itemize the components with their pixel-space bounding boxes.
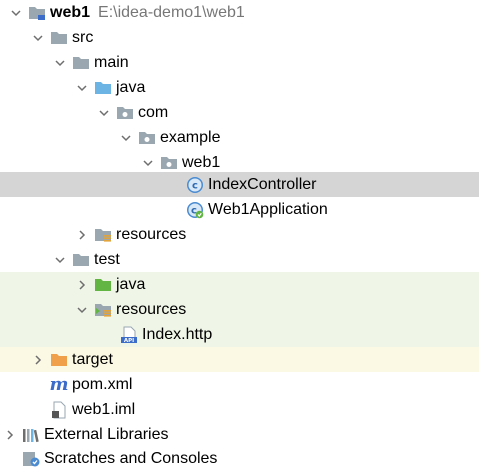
node-label: src — [72, 28, 94, 46]
node-label: target — [72, 350, 113, 368]
source-root-folder-icon — [94, 79, 112, 97]
tree-node-web1-root[interactable]: web1 E:\idea-demo1\web1 — [0, 0, 479, 25]
module-name: web1 — [50, 3, 91, 21]
node-label: External Libraries — [44, 425, 169, 443]
package-icon — [116, 104, 134, 122]
project-tree: web1 E:\idea-demo1\web1 src main java co… — [0, 0, 479, 468]
node-label: main — [94, 53, 129, 71]
chevron-down-icon[interactable] — [8, 5, 24, 21]
node-label: Scratches and Consoles — [44, 449, 218, 467]
node-label: java — [116, 275, 146, 293]
tree-node-web1-iml[interactable]: web1.iml — [0, 397, 479, 422]
package-icon — [138, 129, 156, 147]
node-label: web1 — [182, 153, 221, 171]
tree-node-index-controller[interactable]: c IndexController — [0, 172, 479, 197]
chevron-down-icon[interactable] — [30, 30, 46, 46]
resources-folder-icon — [94, 226, 112, 244]
tree-node-test[interactable]: test — [0, 247, 479, 272]
folder-icon — [50, 29, 68, 47]
folder-icon — [72, 251, 90, 269]
module-folder-icon — [28, 4, 46, 22]
node-label: Web1Application — [208, 200, 328, 218]
tree-node-pom-xml[interactable]: m pom.xml — [0, 372, 479, 397]
scratches-icon — [22, 450, 40, 468]
tree-node-external-libraries[interactable]: External Libraries — [0, 422, 479, 447]
tree-node-src[interactable]: src — [0, 25, 479, 50]
tree-node-web1-application[interactable]: c Web1Application — [0, 197, 479, 222]
module-path: E:\idea-demo1\web1 — [98, 3, 245, 21]
chevron-right-icon[interactable] — [74, 277, 90, 293]
node-label: com — [138, 103, 169, 121]
chevron-down-icon[interactable] — [52, 55, 68, 71]
folder-icon — [72, 54, 90, 72]
tree-node-com[interactable]: com — [0, 100, 479, 125]
iml-file-icon — [50, 401, 68, 419]
chevron-down-icon[interactable] — [118, 130, 134, 146]
tree-node-target[interactable]: target — [0, 347, 479, 372]
node-label: test — [94, 250, 120, 268]
node-label: java — [116, 78, 146, 96]
chevron-down-icon[interactable] — [52, 252, 68, 268]
tree-node-example[interactable]: example — [0, 125, 479, 150]
tree-node-main[interactable]: main — [0, 50, 479, 75]
test-root-folder-icon — [94, 276, 112, 294]
tree-node-test-resources[interactable]: resources — [0, 297, 479, 322]
package-icon — [160, 154, 178, 172]
svg-text:c: c — [192, 180, 198, 191]
spring-boot-class-icon: c — [186, 201, 204, 219]
node-label: IndexController — [208, 175, 317, 193]
chevron-down-icon[interactable] — [140, 155, 156, 171]
node-label: pom.xml — [72, 375, 133, 393]
tree-node-scratches-and-consoles[interactable]: Scratches and Consoles — [0, 446, 479, 468]
tree-node-resources[interactable]: resources — [0, 222, 479, 247]
maven-icon: m — [49, 374, 69, 395]
node-label: web1.iml — [72, 400, 136, 418]
test-resources-folder-icon — [94, 301, 112, 319]
class-icon: c — [186, 176, 204, 194]
node-label: example — [160, 128, 221, 146]
chevron-right-icon[interactable] — [74, 227, 90, 243]
node-label: resources — [116, 300, 187, 318]
excluded-folder-icon — [50, 351, 68, 369]
chevron-right-icon[interactable] — [30, 352, 46, 368]
tree-node-java-sources[interactable]: java — [0, 75, 479, 100]
node-label: Index.http — [142, 325, 213, 343]
chevron-down-icon[interactable] — [96, 105, 112, 121]
node-label: resources — [116, 225, 187, 243]
chevron-right-icon[interactable] — [2, 427, 18, 443]
tree-node-test-java[interactable]: java — [0, 272, 479, 297]
tree-node-index-http[interactable]: API Index.http — [0, 322, 479, 347]
chevron-down-icon[interactable] — [74, 302, 90, 318]
http-request-file-icon: API — [120, 326, 138, 344]
libraries-icon — [22, 426, 40, 444]
svg-text:API: API — [124, 338, 134, 344]
chevron-down-icon[interactable] — [74, 80, 90, 96]
